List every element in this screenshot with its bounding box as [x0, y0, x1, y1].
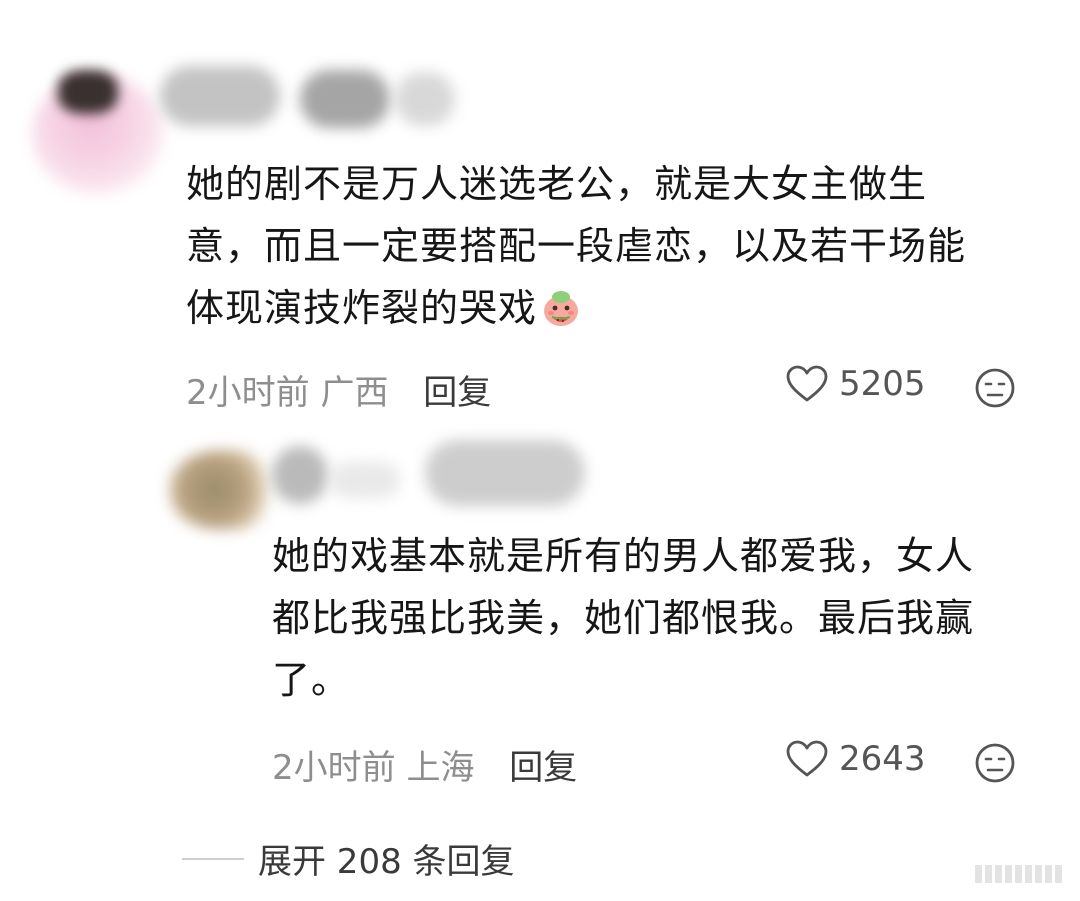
reply-location: 上海 [406, 748, 475, 788]
comment-location: 广西 [320, 373, 389, 413]
reply-line: 了。 [272, 658, 351, 702]
expand-replies-button[interactable]: 展开 208 条回复 [182, 834, 515, 883]
reply-time: 2小时前 [272, 748, 396, 788]
reply-body: 她的戏基本就是所有的男人都爱我，女人 都比我强比我美，她们都恨我。最后我赢 了。 [272, 525, 1052, 711]
reply-line: 都比我强比我美，她们都恨我。最后我赢 [272, 596, 975, 640]
like-count: 5205 [839, 364, 926, 404]
like-button[interactable]: 5205 [785, 364, 926, 404]
comment-meta: 2小时前 广西 回复 [186, 365, 491, 414]
comment-line: 意，而且一定要搭配一段虐恋，以及若干场能 [186, 224, 967, 268]
dislike-button[interactable] [974, 742, 1016, 788]
expand-replies-label: 展开 208 条回复 [258, 842, 515, 882]
username-redacted [330, 462, 400, 498]
username-redacted [395, 72, 455, 126]
divider [182, 857, 244, 860]
username-redacted[interactable] [160, 66, 280, 126]
watermelon-eating-emoji-icon [539, 285, 583, 329]
reply-line: 她的戏基本就是所有的男人都爱我，女人 [272, 534, 975, 578]
avatar-detail [58, 70, 118, 114]
username-redacted [425, 440, 585, 506]
comment-thread: 她的剧不是万人迷选老公，就是大女主做生 意，而且一定要搭配一段虐恋，以及若干场能… [0, 0, 1080, 901]
reply-button[interactable]: 回复 [423, 373, 491, 413]
heart-outline-icon [786, 740, 828, 777]
dislike-button[interactable] [974, 367, 1016, 413]
watermark [975, 865, 1062, 883]
username-redacted [300, 70, 390, 128]
username-redacted[interactable] [272, 446, 328, 504]
comment-line: 体现演技炸裂的哭戏 [186, 277, 1046, 339]
meh-face-icon [975, 368, 1015, 408]
reply-button[interactable]: 回复 [509, 748, 577, 788]
avatar[interactable] [170, 450, 280, 530]
like-button[interactable]: 2643 [785, 739, 926, 779]
comment-body: 她的剧不是万人迷选老公，就是大女主做生 意，而且一定要搭配一段虐恋，以及若干场能… [186, 153, 1046, 339]
heart-outline-icon [786, 365, 828, 402]
meh-face-icon [975, 743, 1015, 783]
comment-time: 2小时前 [186, 373, 310, 413]
reply-meta: 2小时前 上海 回复 [272, 740, 577, 789]
like-count: 2643 [839, 739, 926, 779]
comment-line: 她的剧不是万人迷选老公，就是大女主做生 [186, 162, 928, 206]
